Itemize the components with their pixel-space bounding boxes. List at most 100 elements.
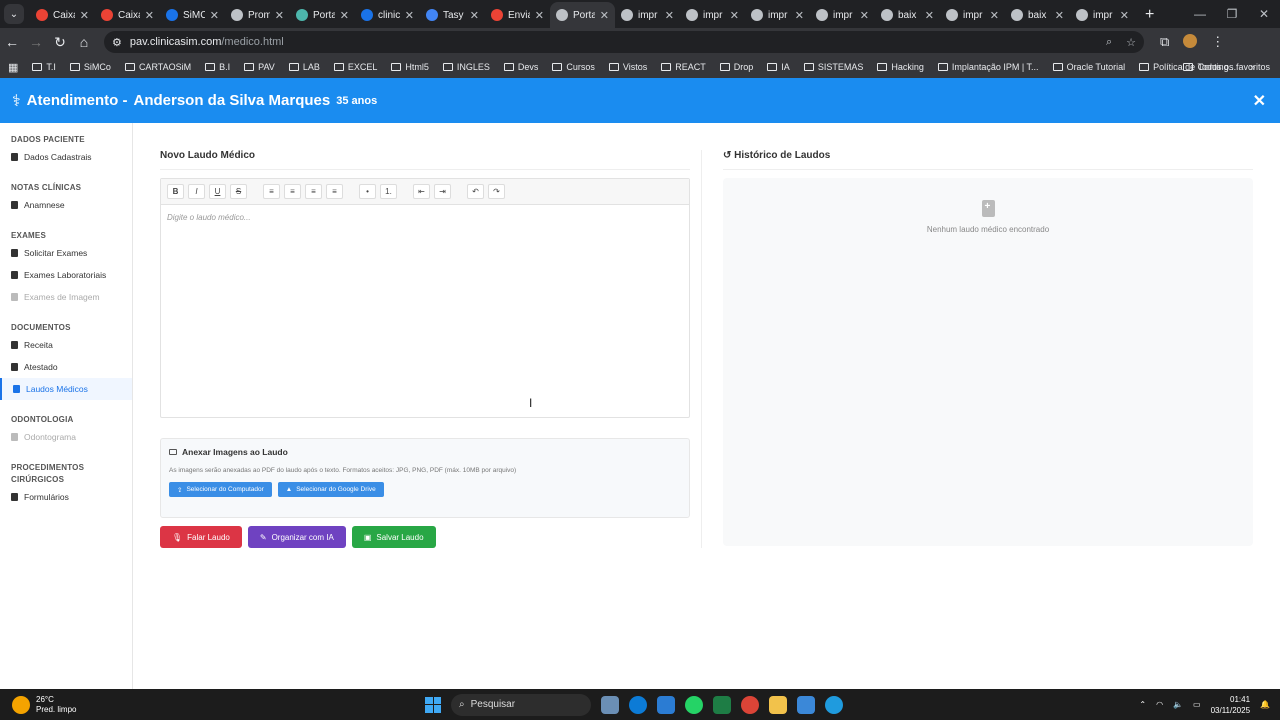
new-tab-button[interactable]: + — [1145, 6, 1154, 24]
bookmark-item[interactable]: SiMCo — [69, 62, 111, 72]
outdent-icon[interactable]: ⇤ — [413, 184, 430, 199]
tab-close-icon[interactable]: ✕ — [340, 9, 349, 22]
speak-laudo-button[interactable]: 🎙 Falar Laudo — [160, 526, 242, 548]
tab-close-icon[interactable]: ✕ — [145, 9, 154, 22]
close-window-button[interactable]: ✕ — [1248, 0, 1280, 28]
wifi-icon[interactable]: ◠ — [1156, 700, 1163, 709]
tab-close-icon[interactable]: ✕ — [730, 9, 739, 22]
browser-tab[interactable]: impr ✕ — [615, 2, 680, 28]
sidebar-item[interactable]: Anamnese — [0, 194, 132, 216]
battery-icon[interactable]: ▭ — [1193, 700, 1201, 709]
numbered-list-icon[interactable]: 1. — [380, 184, 397, 199]
browser-tab[interactable]: Caixa ✕ — [30, 2, 95, 28]
sidebar-item[interactable]: Exames Laboratoriais — [0, 264, 132, 286]
redo-icon[interactable]: ↷ — [488, 184, 505, 199]
browser-tab[interactable]: impr ✕ — [1070, 2, 1135, 28]
bookmark-star-icon[interactable]: ☆ — [1126, 36, 1136, 49]
weather-widget[interactable]: 26°C Pred. limpo — [12, 695, 76, 715]
bookmark-item[interactable]: Oracle Tutorial — [1052, 62, 1125, 72]
minimize-button[interactable]: — — [1184, 0, 1216, 28]
italic-icon[interactable]: I — [188, 184, 205, 199]
taskbar-search[interactable]: ⌕ Pesquisar — [451, 693, 591, 716]
browser-tab[interactable]: SiMC ✕ — [160, 2, 225, 28]
tab-close-icon[interactable]: ✕ — [1120, 9, 1129, 22]
bookmark-item[interactable]: Implantação IPM | T... — [937, 62, 1039, 72]
bookmark-item[interactable]: EXCEL — [333, 62, 377, 72]
start-button[interactable] — [425, 696, 441, 713]
profile-avatar[interactable] — [1183, 34, 1198, 48]
browser-tab[interactable]: Tasy ✕ — [420, 2, 485, 28]
strikethrough-icon[interactable]: S — [230, 184, 247, 199]
clock[interactable]: 01:41 03/11/2025 — [1211, 694, 1250, 716]
apps-grid-icon[interactable]: ▦ — [8, 61, 18, 74]
reload-button[interactable]: ↻ — [48, 34, 72, 51]
forward-button[interactable]: → — [24, 34, 48, 50]
browser-tab[interactable]: baix ✕ — [1005, 2, 1070, 28]
maximize-button[interactable]: ❐ — [1216, 0, 1248, 28]
align-right-icon[interactable]: ≡ — [305, 184, 322, 199]
browser-tab[interactable]: impr ✕ — [745, 2, 810, 28]
browser-tab[interactable]: Porta ✕ — [550, 2, 615, 28]
sidebar-item[interactable]: Exames de Imagem — [0, 286, 132, 308]
zoom-icon[interactable]: ⌕ — [1106, 36, 1112, 49]
bookmark-item[interactable]: LAB — [288, 62, 320, 72]
browser-tab[interactable]: impr ✕ — [940, 2, 1005, 28]
browser-tab[interactable]: Porta ✕ — [290, 2, 355, 28]
bookmark-item[interactable]: REACT — [661, 62, 706, 72]
bookmark-item[interactable]: Vistos — [608, 62, 647, 72]
tab-close-icon[interactable]: ✕ — [405, 9, 414, 22]
bookmark-item[interactable]: IA — [767, 62, 790, 72]
sidebar-item[interactable]: Solicitar Exames — [0, 242, 132, 264]
bookmark-item[interactable]: CARTAOSiM — [124, 62, 191, 72]
tray-chevron-icon[interactable]: ⌃ — [1139, 700, 1146, 709]
tab-close-icon[interactable]: ✕ — [600, 9, 609, 22]
select-from-drive-button[interactable]: ▲ Selecionar do Google Drive — [277, 482, 384, 497]
browser-tab[interactable]: impr ✕ — [680, 2, 745, 28]
browser-tab[interactable]: Envia ✕ — [485, 2, 550, 28]
volume-icon[interactable]: 🔈 — [1173, 700, 1183, 709]
task-view-icon[interactable] — [601, 695, 619, 714]
menu-kebab-icon[interactable]: ⋮ — [1211, 34, 1224, 50]
bookmark-item[interactable]: B.I — [205, 62, 230, 72]
notepad-icon[interactable] — [797, 695, 815, 714]
browser-tab[interactable]: Caixa ✕ — [95, 2, 160, 28]
tab-close-icon[interactable]: ✕ — [80, 9, 89, 22]
bookmark-item[interactable]: SISTEMAS — [803, 62, 863, 72]
browser-tab[interactable]: clinic ✕ — [355, 2, 420, 28]
tab-close-icon[interactable]: ✕ — [1055, 9, 1064, 22]
sidebar-item[interactable]: Formulários — [0, 486, 132, 508]
app-icon[interactable] — [825, 695, 843, 714]
home-button[interactable]: ⌂ — [72, 34, 96, 50]
tab-close-icon[interactable]: ✕ — [535, 9, 544, 22]
browser-tab[interactable]: baix ✕ — [875, 2, 940, 28]
indent-icon[interactable]: ⇥ — [434, 184, 451, 199]
sidebar-item[interactable]: Receita — [0, 334, 132, 356]
bookmark-item[interactable]: Cursos — [552, 62, 595, 72]
file-explorer-icon[interactable] — [769, 695, 787, 714]
browser-tab[interactable]: Prom ✕ — [225, 2, 290, 28]
tab-close-icon[interactable]: ✕ — [860, 9, 869, 22]
extensions-icon[interactable]: ⧉ — [1160, 34, 1169, 50]
save-laudo-button[interactable]: ▣ Salvar Laudo — [351, 526, 436, 548]
tab-close-icon[interactable]: ✕ — [665, 9, 674, 22]
chrome-icon[interactable] — [741, 695, 759, 714]
tab-close-icon[interactable]: ✕ — [470, 9, 479, 22]
align-center-icon[interactable]: ≡ — [284, 184, 301, 199]
back-button[interactable]: ← — [0, 34, 24, 50]
bookmark-item[interactable]: Hacking — [877, 62, 924, 72]
site-info-icon[interactable]: ⚙ — [112, 36, 122, 49]
select-from-computer-button[interactable]: ⇪ Selecionar do Computador — [169, 482, 272, 497]
tab-close-icon[interactable]: ✕ — [925, 9, 934, 22]
sidebar-item[interactable]: Laudos Médicos — [0, 378, 132, 400]
bookmark-item[interactable]: INGLES — [442, 62, 490, 72]
close-icon[interactable]: ✕ — [1253, 91, 1266, 111]
all-bookmarks-folder[interactable]: Todos os favoritos — [1183, 62, 1270, 72]
calculator-icon[interactable] — [713, 695, 731, 714]
tab-close-icon[interactable]: ✕ — [990, 9, 999, 22]
align-justify-icon[interactable]: ≡ — [326, 184, 343, 199]
tab-close-icon[interactable]: ✕ — [210, 9, 219, 22]
vscode-icon[interactable] — [657, 695, 675, 714]
tab-close-icon[interactable]: ✕ — [795, 9, 804, 22]
underline-icon[interactable]: U — [209, 184, 226, 199]
bold-icon[interactable]: B — [167, 184, 184, 199]
